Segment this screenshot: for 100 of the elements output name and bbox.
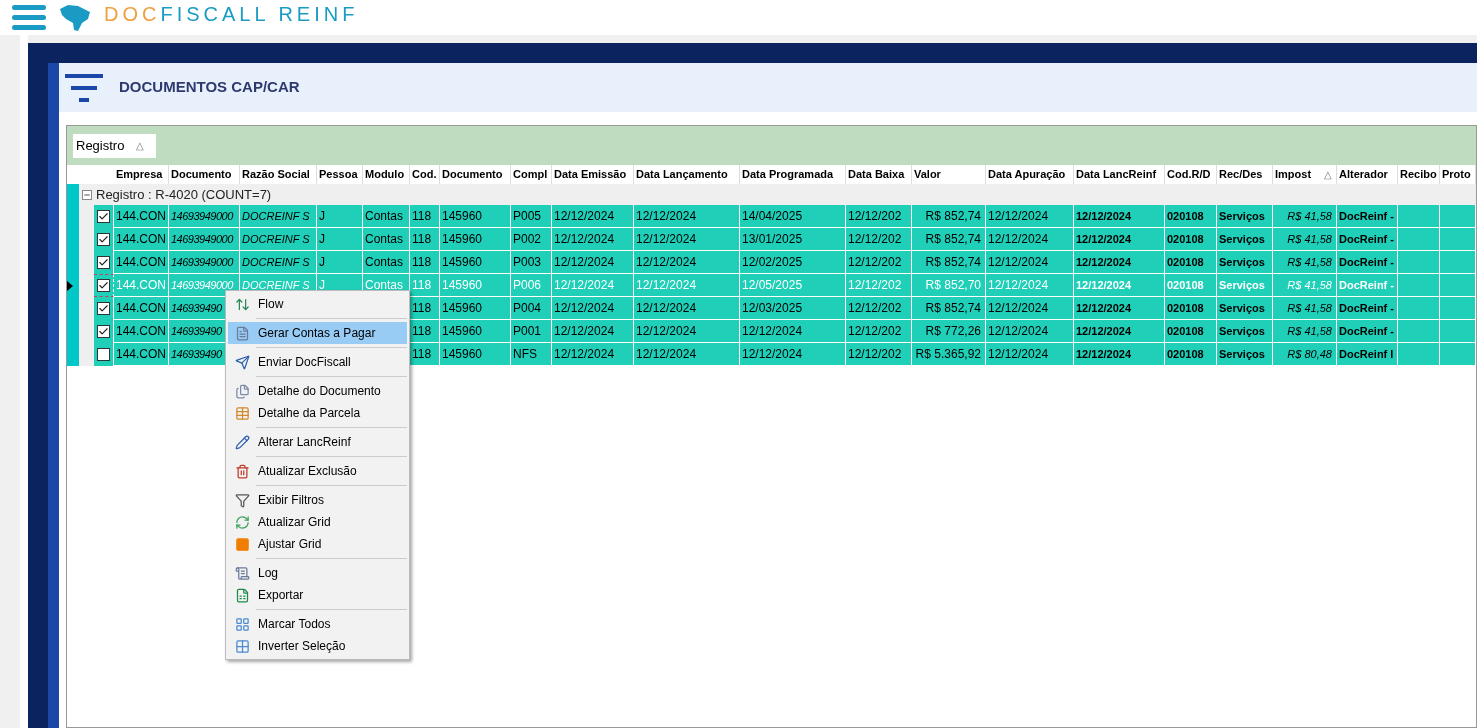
table-cell: P005 bbox=[511, 205, 552, 228]
table-cell: 12/12/2024 bbox=[552, 228, 634, 251]
table-cell: DOCREINF S bbox=[240, 205, 317, 228]
table-cell: DOCREINF S bbox=[240, 251, 317, 274]
table-cell: 12/12/2024 bbox=[1074, 297, 1165, 320]
row-checkbox[interactable] bbox=[97, 279, 110, 292]
table-cell: 13/01/2025 bbox=[740, 228, 846, 251]
menu-item[interactable]: Marcar Todos bbox=[228, 613, 407, 635]
table-cell: 12/12/2024 bbox=[552, 320, 634, 343]
table-cell: 020108 bbox=[1165, 343, 1217, 366]
table-cell: Serviços bbox=[1217, 320, 1273, 343]
table-cell: 12/12/202 bbox=[846, 228, 912, 251]
table-cell: 12/12/2024 bbox=[1074, 228, 1165, 251]
table-cell: 118 bbox=[410, 205, 440, 228]
row-pointer-icon bbox=[67, 280, 73, 291]
grid-icon bbox=[234, 638, 250, 654]
table-cell: 145960 bbox=[440, 320, 511, 343]
table-cell: 12/12/2024 bbox=[634, 251, 740, 274]
row-checkbox[interactable] bbox=[97, 302, 110, 315]
table-cell: 12/12/202 bbox=[846, 274, 912, 297]
table-cell: 118 bbox=[410, 251, 440, 274]
table-cell: 12/12/202 bbox=[846, 297, 912, 320]
table-cell: 12/12/202 bbox=[846, 251, 912, 274]
menu-item[interactable]: Gerar Contas a Pagar bbox=[228, 322, 407, 344]
table-cell: 020108 bbox=[1165, 251, 1217, 274]
menu-item[interactable]: Exportar bbox=[228, 584, 407, 606]
menu-item[interactable]: Log bbox=[228, 562, 407, 584]
table-cell: 12/12/202 bbox=[846, 320, 912, 343]
table-cell: Serviços bbox=[1217, 343, 1273, 366]
table-cell: P001 bbox=[511, 320, 552, 343]
table-cell: 118 bbox=[410, 274, 440, 297]
menu-icon[interactable] bbox=[12, 4, 46, 31]
row-checkbox[interactable] bbox=[97, 348, 110, 361]
table-cell: 118 bbox=[410, 228, 440, 251]
menu-item[interactable]: Atualizar Exclusão bbox=[228, 460, 407, 482]
table-cell: 14693949000 bbox=[169, 274, 240, 297]
documents-icon bbox=[234, 383, 250, 399]
table-cell: 12/12/2024 bbox=[552, 274, 634, 297]
table-cell: DocReinf - bbox=[1337, 228, 1398, 251]
menu-item[interactable]: Detalhe do Documento bbox=[228, 380, 407, 402]
table-cell: 144.CON bbox=[114, 228, 169, 251]
table-cell: R$ 41,58 bbox=[1273, 205, 1337, 228]
menu-item[interactable]: Inverter Seleção bbox=[228, 635, 407, 657]
table-cell: 12/02/2025 bbox=[740, 251, 846, 274]
table-cell: 12/12/2024 bbox=[634, 205, 740, 228]
table-cell: R$ 5.365,92 bbox=[912, 343, 986, 366]
filter-icon bbox=[65, 71, 103, 104]
table-cell: 12/03/2025 bbox=[740, 297, 846, 320]
table-cell: R$ 852,70 bbox=[912, 274, 986, 297]
menu-item[interactable]: Exibir Filtros bbox=[228, 489, 407, 511]
row-checkbox[interactable] bbox=[97, 325, 110, 338]
table-cell: 144.CON bbox=[114, 343, 169, 366]
table-cell: R$ 41,58 bbox=[1273, 274, 1337, 297]
table-cell: Serviços bbox=[1217, 205, 1273, 228]
table-cell: R$ 852,74 bbox=[912, 297, 986, 320]
table-cell: 12/12/2024 bbox=[740, 343, 846, 366]
panel-title: DOCUMENTOS CAP/CAR bbox=[119, 77, 300, 98]
table-cell: DOCREINF S bbox=[240, 228, 317, 251]
app-logo: DOC FISCALL REINF bbox=[104, 1, 359, 27]
table-cell: Serviços bbox=[1217, 228, 1273, 251]
table-cell: R$ 852,74 bbox=[912, 228, 986, 251]
table-cell: 145960 bbox=[440, 297, 511, 320]
menu-item[interactable]: Atualizar Grid bbox=[228, 511, 407, 533]
table-cell: 144.CON bbox=[114, 251, 169, 274]
log-icon bbox=[234, 565, 250, 581]
table-cell: 144.CON bbox=[114, 274, 169, 297]
document-icon bbox=[234, 325, 250, 341]
table-cell: 118 bbox=[410, 320, 440, 343]
row-checkbox[interactable] bbox=[97, 210, 110, 223]
table-cell: 12/12/2024 bbox=[634, 343, 740, 366]
table-cell: 14693949000 bbox=[169, 228, 240, 251]
table-cell: 020108 bbox=[1165, 228, 1217, 251]
grid-icon bbox=[234, 616, 250, 632]
table-cell: 145960 bbox=[440, 228, 511, 251]
collapse-toggle[interactable] bbox=[82, 189, 92, 200]
table-cell: P004 bbox=[511, 297, 552, 320]
table-cell: 020108 bbox=[1165, 274, 1217, 297]
group-chip[interactable]: Registro △ bbox=[73, 133, 156, 158]
table-cell: 12/12/2024 bbox=[634, 228, 740, 251]
menu-item[interactable]: Detalhe da Parcela bbox=[228, 402, 407, 424]
row-indent bbox=[79, 343, 94, 366]
table-cell: Serviços bbox=[1217, 297, 1273, 320]
table-cell: DocReinf - bbox=[1337, 274, 1398, 297]
table-cell: 12/12/2024 bbox=[634, 320, 740, 343]
table-cell: 14693949000 bbox=[169, 205, 240, 228]
table-cell: 145960 bbox=[440, 343, 511, 366]
menu-item[interactable]: Alterar LancReinf bbox=[228, 431, 407, 453]
table-cell: 12/12/2024 bbox=[986, 297, 1074, 320]
menu-item[interactable]: Ajustar Grid bbox=[228, 533, 407, 555]
table-cell: R$ 41,58 bbox=[1273, 228, 1337, 251]
table-cell: 14693949000 bbox=[169, 251, 240, 274]
table-cell: 12/12/2024 bbox=[1074, 251, 1165, 274]
table-cell: DocReinf - bbox=[1337, 251, 1398, 274]
row-checkbox[interactable] bbox=[97, 233, 110, 246]
send-icon bbox=[234, 354, 250, 370]
square-icon bbox=[234, 536, 250, 552]
table-cell: P003 bbox=[511, 251, 552, 274]
table-cell: 145960 bbox=[440, 274, 511, 297]
row-checkbox[interactable] bbox=[97, 256, 110, 269]
table-cell: R$ 80,48 bbox=[1273, 343, 1337, 366]
